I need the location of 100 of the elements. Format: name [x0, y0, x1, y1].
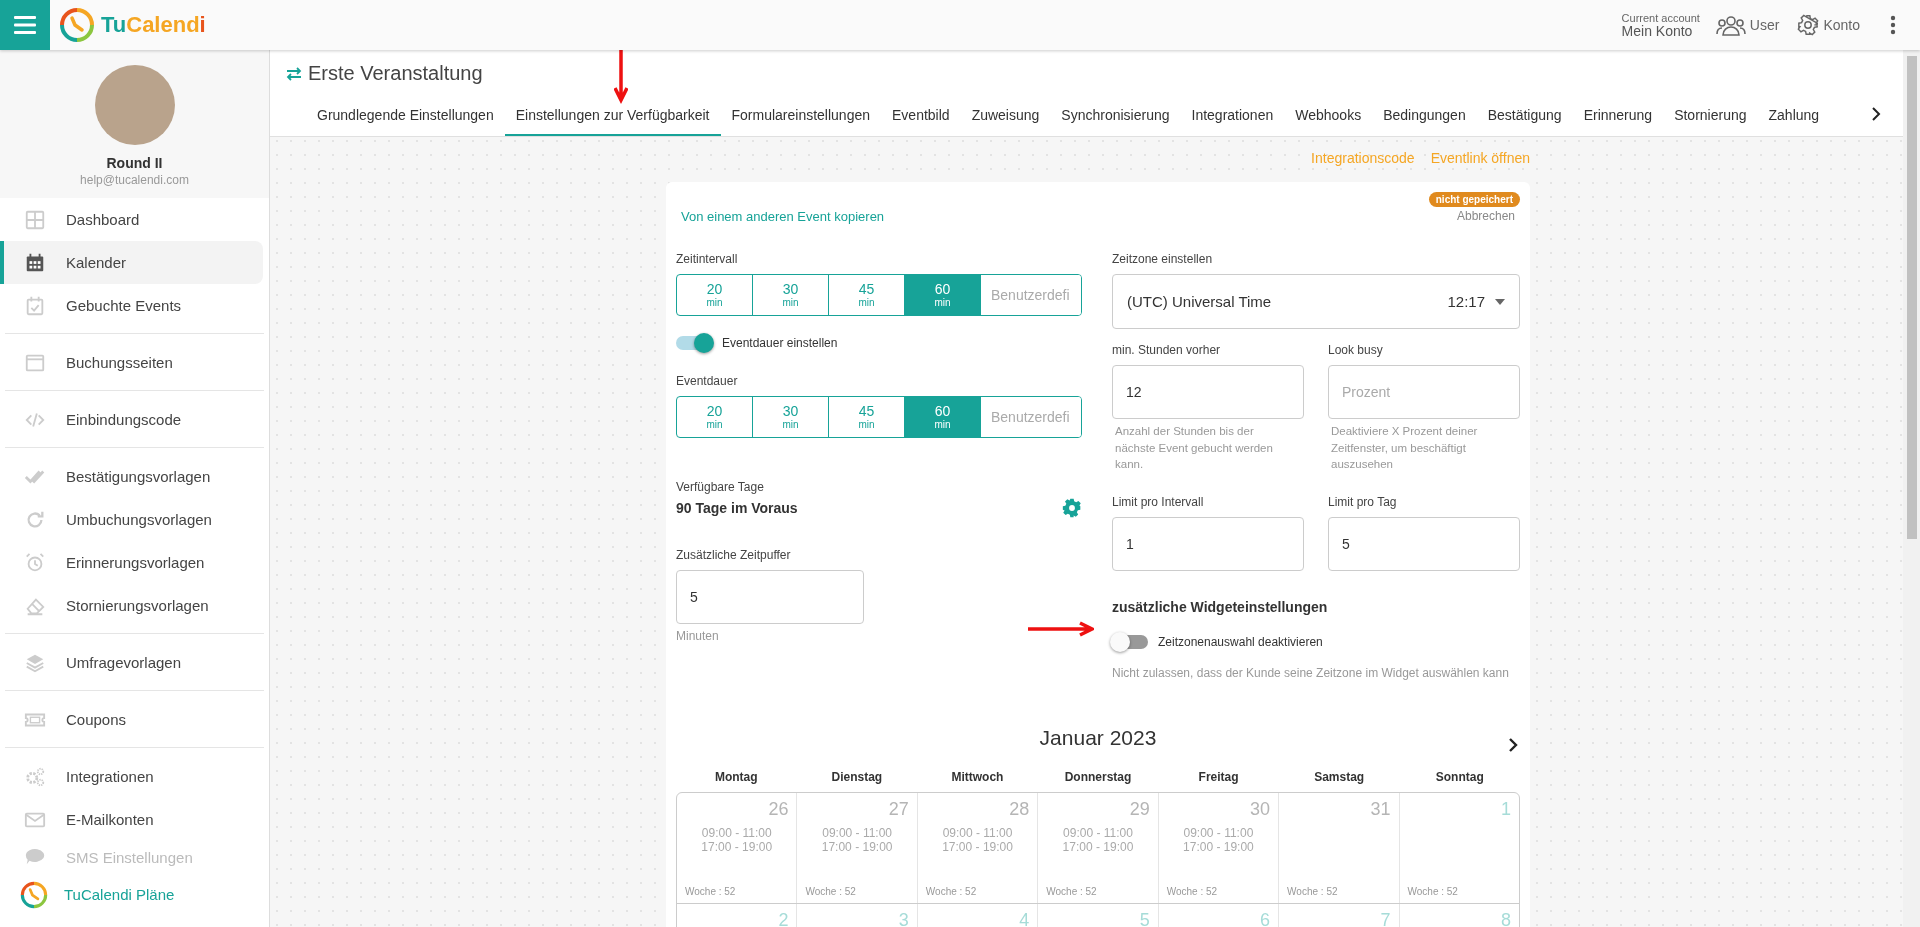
day-number: 6: [1260, 910, 1271, 927]
field-label: Zeitzone einstellen: [1112, 252, 1214, 266]
field-help: Anzahl der Stunden bis der nächste Event gebucht werden kann.: [1114, 424, 1274, 473]
week-number: Woche : 52: [1407, 886, 1458, 898]
tab[interactable]: Zuweisung: [960, 97, 1051, 136]
tab[interactable]: Stornierung: [1663, 97, 1758, 136]
page-title: Erste Veranstaltung: [308, 62, 483, 85]
sidebar-item[interactable]: Einbindungscode: [0, 398, 263, 441]
time-slot: 09:00 - 11:00: [701, 826, 772, 841]
field-label: Look busy: [1328, 343, 1384, 357]
buffer-input[interactable]: 5: [676, 570, 864, 624]
annotation-arrow: [1028, 621, 1094, 637]
time-slot: 09:00 - 11:00: [822, 826, 893, 841]
input-field[interactable]: 1: [1112, 517, 1304, 571]
time-slot: 17:00 - 19:00: [701, 840, 773, 855]
sidebar-item[interactable]: Gebuchte Events: [0, 284, 263, 327]
logo-icon: [20, 880, 48, 909]
field-help: Deaktiviere X Prozent deiner Zeitfenster, um beschäftigt auszusehen: [1330, 424, 1479, 473]
week-number: Woche : 52: [685, 886, 736, 898]
day-number: 28: [1009, 799, 1030, 821]
time-slot: 17:00 - 19:00: [942, 840, 1013, 855]
logo-text: TuCalendi: [101, 12, 206, 38]
toggle-label: Eventdauer einstellen: [722, 336, 838, 350]
account-label: Current account: [1621, 12, 1700, 24]
sidebar-item[interactable]: Integrationen: [0, 755, 263, 798]
sidebar-item[interactable]: Umbuchungsvorlagen: [0, 498, 263, 541]
account-button[interactable]: Konto: [1797, 14, 1860, 36]
time-slot: 09:00 - 11:00: [1063, 826, 1133, 841]
input-field[interactable]: Prozent: [1328, 365, 1520, 419]
sidebar-item[interactable]: Stornierungsvorlagen: [0, 584, 263, 627]
tab[interactable]: Zahlung: [1757, 97, 1831, 136]
settings-icon[interactable]: [1062, 498, 1082, 518]
tab[interactable]: Formulareinstellungen: [720, 97, 882, 136]
tab[interactable]: Bedingungen: [1372, 97, 1477, 136]
available-days-value: 90 Tage im Voraus: [676, 500, 798, 516]
toggle-switch[interactable]: [1112, 635, 1148, 649]
users-icon: [1715, 14, 1746, 36]
day-number: 8: [1500, 910, 1511, 927]
tab[interactable]: Grundlegende Einstellungen: [306, 97, 505, 136]
day-number: 7: [1380, 910, 1391, 927]
week-number: Woche : 52: [1046, 886, 1097, 898]
chevron-right-icon[interactable]: [1508, 738, 1518, 753]
profile-email: help@tucalendi.com: [80, 173, 189, 187]
input-field[interactable]: 5: [1328, 517, 1520, 571]
timezone-select[interactable]: (UTC) Universal Time 12:17: [1112, 274, 1520, 329]
field-label: Zusätzliche Zeitpuffer: [676, 548, 792, 562]
menu-button[interactable]: [0, 0, 50, 50]
unit-hint: Minuten: [676, 628, 720, 645]
dropdown-caret-icon: [1495, 298, 1505, 305]
day-number: 31: [1370, 799, 1391, 821]
day-number: 30: [1250, 799, 1271, 821]
scrollbar[interactable]: [1903, 50, 1920, 927]
alarm-clock-icon: [24, 551, 46, 574]
gears-icon: [24, 765, 46, 788]
sidebar-item[interactable]: Umfragevorlagen: [0, 641, 263, 684]
input-field[interactable]: 12: [1112, 365, 1304, 419]
tab[interactable]: Erinnerung: [1572, 97, 1664, 136]
tab[interactable]: Bestätigung: [1476, 97, 1573, 136]
tab[interactable]: Webhooks: [1284, 97, 1373, 136]
week-number: Woche : 52: [1287, 886, 1338, 898]
time-slot: 09:00 - 11:00: [1183, 826, 1254, 841]
sidebar-item[interactable]: Dashboard: [0, 198, 263, 241]
time-slot: 17:00 - 19:00: [1183, 840, 1254, 855]
tab[interactable]: Einstellungen zur Verfügbarkeit: [504, 97, 721, 136]
weekday-header: Samstag: [1313, 770, 1366, 785]
cancel-link[interactable]: Abbrechen: [1456, 209, 1515, 223]
chevron-right-icon[interactable]: [1871, 107, 1881, 121]
sidebar-item[interactable]: E-Mailkonten: [0, 798, 263, 841]
toggle-switch[interactable]: [676, 336, 712, 350]
field-label: Eventdauer: [676, 374, 739, 388]
tab[interactable]: Synchronisierung: [1050, 97, 1181, 136]
unsaved-badge: nicht gepeichert: [1428, 192, 1520, 207]
profile-name: Round II: [106, 155, 163, 171]
week-number: Woche : 52: [805, 886, 856, 898]
section-heading: zusätzliche Widgeteinstellungen: [1112, 599, 1329, 615]
day-number: 3: [898, 910, 909, 927]
calendar-check-icon: [24, 294, 46, 317]
sidebar-item[interactable]: Bestätigungsvorlagen: [0, 455, 263, 498]
month-title: Januar 2023: [1039, 726, 1157, 751]
day-number: 4: [1019, 910, 1030, 927]
sidebar-item[interactable]: Erinnerungsvorlagen: [0, 541, 263, 584]
grid-icon: [24, 208, 46, 231]
toggle-hint: Nicht zulassen, dass der Kunde seine Zeitzone im Widget auswählen kann: [1112, 665, 1510, 682]
field-label: Verfügbare Tage: [676, 480, 765, 494]
sidebar-item[interactable]: Coupons: [0, 698, 263, 741]
weekday-header: Montag: [713, 770, 759, 785]
weekday-header: Sonntag: [1434, 770, 1485, 785]
more-options-icon[interactable]: [1890, 15, 1896, 35]
sidebar-item[interactable]: Buchungsseiten: [0, 341, 263, 384]
tab[interactable]: Eventbild: [881, 97, 961, 136]
time-slot: 17:00 - 19:00: [1062, 840, 1134, 855]
weekday-header: Dienstag: [830, 770, 884, 785]
user-button[interactable]: User: [1715, 14, 1780, 36]
field-label: Limit pro Intervall: [1112, 495, 1205, 509]
calendar-icon: [24, 251, 46, 274]
day-number: 1: [1500, 799, 1511, 821]
field-label: Zeitintervall: [676, 252, 739, 266]
sidebar-item[interactable]: Kalender: [0, 241, 263, 284]
tab[interactable]: Integrationen: [1180, 97, 1285, 136]
account-name: Mein Konto: [1621, 23, 1694, 38]
